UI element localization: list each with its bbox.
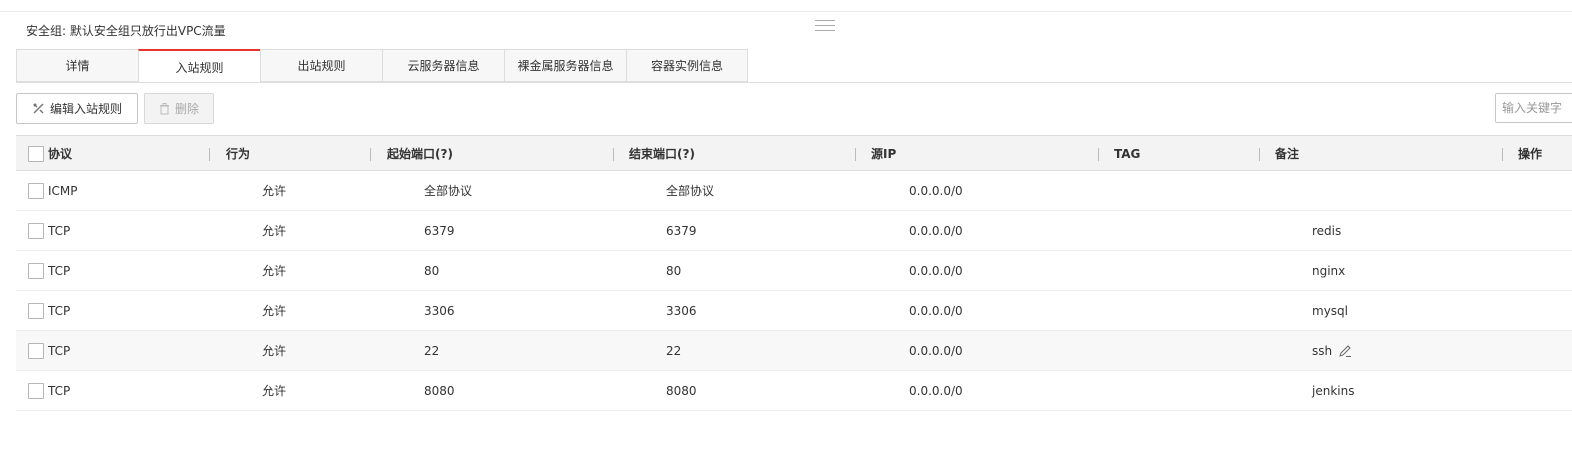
cell-action: 允许 xyxy=(262,304,287,318)
table-row: TCP 允许 8080 8080 0.0.0.0/0 jenkins xyxy=(16,371,1572,411)
cell-start-port: 6379 xyxy=(424,223,455,238)
cell-start-port: 80 xyxy=(424,263,440,278)
row-checkbox[interactable] xyxy=(28,222,44,239)
cell-start-port: 全部协议 xyxy=(424,184,473,198)
security-group-label: 安全组: 默认安全组只放行出VPC流量 xyxy=(26,24,226,38)
header-remark: 备注 xyxy=(1275,147,1300,161)
header-start-port[interactable]: 起始端口(?) xyxy=(387,136,453,171)
cell-start-port: 8080 xyxy=(424,383,455,398)
cell-end-port: 6379 xyxy=(666,223,697,238)
row-checkbox[interactable] xyxy=(28,302,44,319)
cell-end-port: 80 xyxy=(666,263,682,278)
table-header: 协议 行为 起始端口(?) 结束端口(?) 源IP TAG 备注 操作 xyxy=(16,135,1572,171)
cell-protocol: TCP xyxy=(48,383,71,398)
cell-end-port: 全部协议 xyxy=(666,184,715,198)
row-checkbox[interactable] xyxy=(28,342,44,359)
select-all-header: 协议 xyxy=(28,136,72,171)
edit-rules-icon xyxy=(32,102,45,115)
edit-button-label: 编辑入站规则 xyxy=(49,102,122,116)
cell-source-ip: 0.0.0.0/0 xyxy=(909,183,963,198)
row-checkbox[interactable] xyxy=(28,182,44,199)
cell-action: 允许 xyxy=(262,344,287,358)
pencil-icon[interactable] xyxy=(1338,344,1352,358)
trash-icon xyxy=(159,102,170,115)
tabs-divider xyxy=(16,82,1572,83)
tab-bare-metal-servers[interactable]: 裸金属服务器信息 xyxy=(504,49,626,82)
tab-container-instances[interactable]: 容器实例信息 xyxy=(626,49,748,82)
cell-start-port: 3306 xyxy=(424,303,455,318)
select-all-checkbox[interactable] xyxy=(28,145,44,162)
cell-action: 允许 xyxy=(262,384,287,398)
row-checkbox[interactable] xyxy=(28,382,44,399)
cell-action: 允许 xyxy=(262,184,287,198)
header-tag: TAG xyxy=(1114,146,1141,161)
cell-action: 允许 xyxy=(262,224,287,238)
drag-handle-icon[interactable] xyxy=(815,20,835,34)
table-row: TCP 允许 3306 3306 0.0.0.0/0 mysql xyxy=(16,291,1572,331)
tab-outbound-rules[interactable]: 出站规则 xyxy=(260,49,382,82)
header-protocol: 协议 xyxy=(48,147,73,161)
cell-remark: mysql xyxy=(1312,303,1348,318)
cell-end-port: 8080 xyxy=(666,383,697,398)
cell-protocol: TCP xyxy=(48,263,71,278)
cell-source-ip: 0.0.0.0/0 xyxy=(909,383,963,398)
table-row: ICMP 允许 全部协议 全部协议 0.0.0.0/0 xyxy=(16,171,1572,211)
cell-source-ip: 0.0.0.0/0 xyxy=(909,263,963,278)
table-row: TCP 允许 6379 6379 0.0.0.0/0 redis xyxy=(16,211,1572,251)
cell-protocol: TCP xyxy=(48,303,71,318)
cell-action: 允许 xyxy=(262,264,287,278)
tab-bar: 详情 入站规则 出站规则 云服务器信息 裸金属服务器信息 容器实例信息 xyxy=(16,49,748,83)
table-row: TCP 允许 22 22 0.0.0.0/0 ssh xyxy=(16,331,1572,371)
search-input[interactable] xyxy=(1495,93,1572,123)
header-end-port[interactable]: 结束端口(?) xyxy=(629,136,695,171)
cell-remark-wrap: ssh xyxy=(1312,331,1352,370)
cell-source-ip: 0.0.0.0/0 xyxy=(909,343,963,358)
tab-inbound-rules[interactable]: 入站规则 xyxy=(138,49,260,83)
tab-details[interactable]: 详情 xyxy=(16,49,138,82)
cell-protocol: TCP xyxy=(48,223,71,238)
header-action: 行为 xyxy=(226,147,251,161)
edit-inbound-rules-button[interactable]: 编辑入站规则 xyxy=(16,93,138,124)
cell-source-ip: 0.0.0.0/0 xyxy=(909,223,963,238)
delete-button[interactable]: 删除 xyxy=(144,93,214,124)
cell-end-port: 22 xyxy=(666,343,682,358)
cell-remark: ssh xyxy=(1312,343,1333,358)
tab-cloud-servers[interactable]: 云服务器信息 xyxy=(382,49,504,82)
cell-protocol: ICMP xyxy=(48,183,78,198)
row-checkbox[interactable] xyxy=(28,262,44,279)
cell-remark: redis xyxy=(1312,223,1342,238)
table-row: TCP 允许 80 80 0.0.0.0/0 nginx xyxy=(16,251,1572,291)
top-divider xyxy=(0,11,1572,12)
cell-source-ip: 0.0.0.0/0 xyxy=(909,303,963,318)
cell-start-port: 22 xyxy=(424,343,440,358)
cell-remark: jenkins xyxy=(1312,383,1355,398)
header-source-ip: 源IP xyxy=(871,147,897,161)
cell-protocol: TCP xyxy=(48,343,71,358)
inbound-rules-table: 协议 行为 起始端口(?) 结束端口(?) 源IP TAG 备注 操作 ICMP… xyxy=(16,135,1572,411)
header-operation: 操作 xyxy=(1518,147,1543,161)
cell-end-port: 3306 xyxy=(666,303,697,318)
delete-button-label: 删除 xyxy=(174,102,199,116)
cell-remark: nginx xyxy=(1312,263,1346,278)
